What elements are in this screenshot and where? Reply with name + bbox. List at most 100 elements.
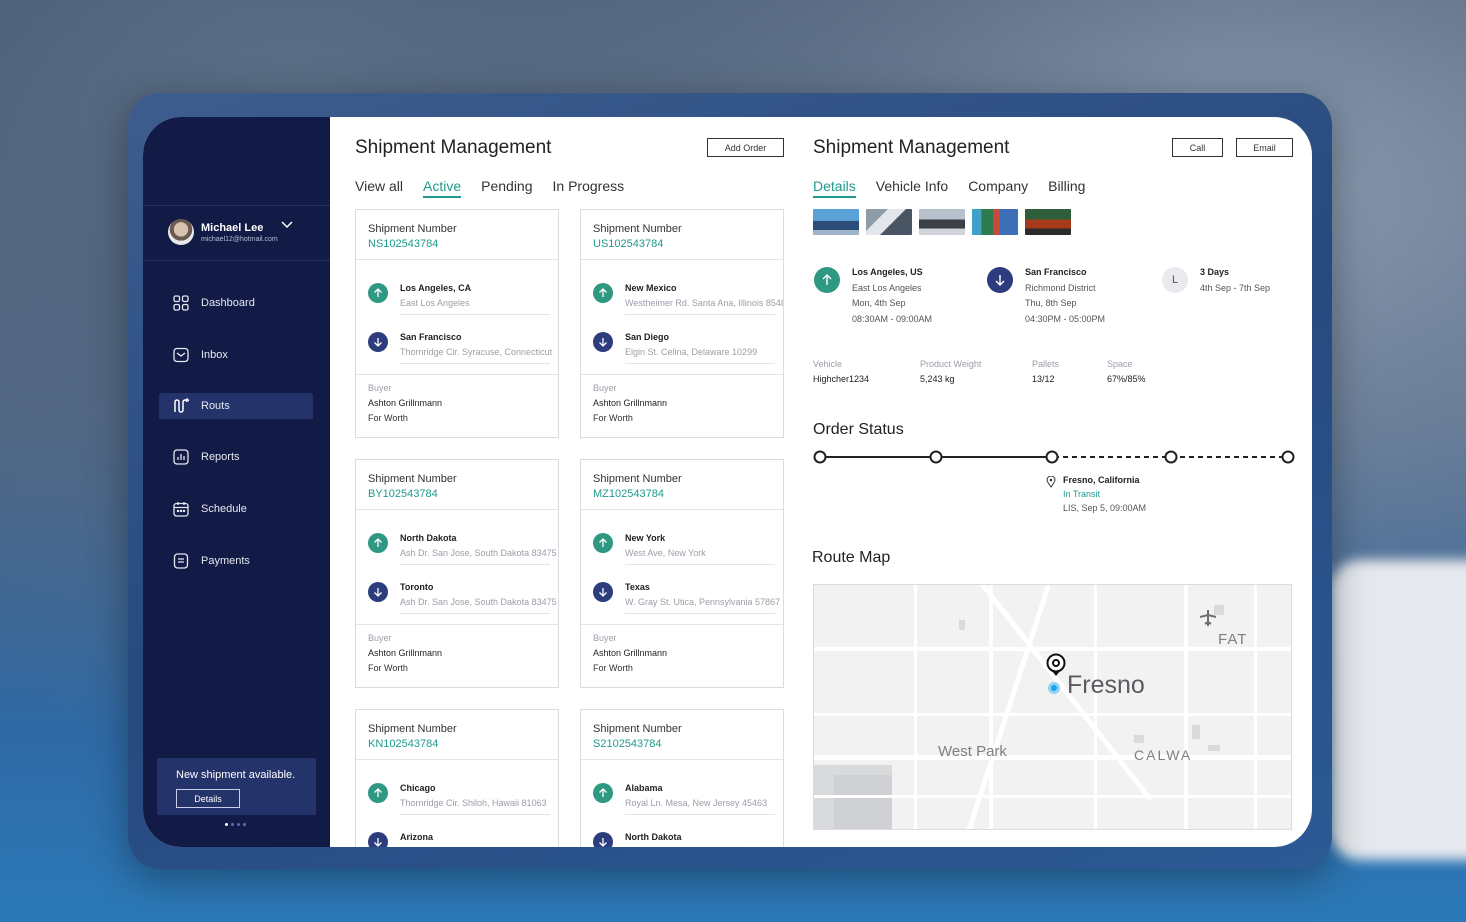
sidebar-item-label: Routs [201,400,230,412]
divider [400,314,550,315]
origin-area: East Los Angeles [852,283,922,293]
map-area [1134,735,1144,743]
details-button[interactable]: Details [176,789,240,808]
tab-pending[interactable]: Pending [481,178,532,194]
dropoff-city: Texas [625,582,650,592]
map-road [1184,585,1188,829]
buyer-label: Buyer [368,633,392,643]
tab-company[interactable]: Company [968,178,1028,194]
duration-range: 4th Sep - 7th Sep [1200,283,1271,293]
shipment-number: NS102543784 [368,238,439,250]
district-label: West Park [938,743,1007,760]
truck-photo-thumbnail[interactable] [972,209,1018,235]
spec-value: Highcher1234 [813,374,870,384]
route-icon [173,398,189,414]
shipment-number: S2102543784 [593,738,662,750]
map-area [1192,725,1200,739]
payments-icon [173,553,189,569]
spec-label: Space [1107,359,1133,369]
sidebar-item-inbox[interactable]: Inbox [159,342,313,368]
shipment-card[interactable]: Shipment Number KN102543784 Chicago Thor… [355,709,559,847]
add-order-button[interactable]: Add Order [707,138,784,157]
pickup-city: Los Angeles, CA [400,283,472,293]
tab-view-all[interactable]: View all [355,178,403,194]
carousel-dot[interactable] [231,823,234,826]
status-badge: In Transit [1063,489,1101,499]
origin-date: Mon, 4th Sep [852,298,906,308]
carousel-dot[interactable] [237,823,240,826]
chevron-down-icon[interactable] [281,221,293,232]
divider [400,363,550,364]
avatar [168,219,194,245]
truck-photo-thumbnail[interactable] [1025,209,1071,235]
spec-value: 67%/85% [1107,374,1146,384]
sidebar-item-reports[interactable]: Reports [159,444,313,470]
carousel-dot[interactable] [243,823,246,826]
airport-icon [1199,609,1217,632]
destination-date: Thu, 8th Sep [1025,298,1077,308]
truck-photo-thumbnail[interactable] [866,209,912,235]
map-road [1094,585,1097,829]
airport-label: FAT [1218,631,1248,648]
shipment-number: KN102543784 [368,738,439,750]
email-button[interactable]: Email [1236,138,1293,157]
arrow-up-icon [593,283,613,303]
dropoff-address: Ash Dr. San Jose, South Dakota 83475 [400,597,557,607]
tab-in-progress[interactable]: In Progress [553,178,625,194]
sidebar-item-routs[interactable]: Routs [159,393,313,419]
origin-time: 08:30AM - 09:00AM [852,314,933,324]
pickup-city: Chicago [400,783,436,793]
sidebar-item-dashboard[interactable]: Dashboard [159,290,313,316]
divider [625,363,775,364]
divider [581,509,783,510]
buyer-label: Buyer [593,383,617,393]
route-map[interactable]: FAT Fresno West Park CALWA [813,584,1292,830]
district-label: CALWA [1134,747,1193,763]
shipment-card[interactable]: Shipment Number BY102543784 North Dakota… [355,459,559,688]
background-truck [1330,560,1466,860]
pickup-city: New York [625,533,666,543]
truck-photo-thumbnail[interactable] [813,209,859,235]
divider [625,314,775,315]
arrow-up-icon [593,783,613,803]
shipment-card[interactable]: Shipment Number US102543784 New Mexico W… [580,209,784,438]
truck-photo-thumbnail[interactable] [919,209,965,235]
map-area [959,620,965,630]
sidebar-item-label: Payments [201,555,250,567]
tab-vehicle-info[interactable]: Vehicle Info [876,178,948,194]
map-road [989,585,993,829]
spec-value: 13/12 [1032,374,1055,384]
call-button[interactable]: Call [1172,138,1223,157]
sidebar-item-schedule[interactable]: Schedule [159,496,313,522]
user-profile[interactable]: Michael Lee michael12@hotmail.com [143,205,330,261]
shipment-card[interactable]: Shipment Number NS102543784 Los Angeles,… [355,209,559,438]
dropoff-city: San Diego [625,332,670,342]
location-pin-icon [1045,653,1067,682]
promo-text: New shipment available. [176,769,296,781]
carousel-dots[interactable] [225,823,246,826]
status-location: Fresno, California [1063,475,1140,485]
sidebar-item-payments[interactable]: Payments [159,548,313,574]
dropoff-city: San Francisco [400,332,462,342]
divider [581,759,783,760]
status-step [813,450,827,464]
reports-icon [173,449,189,465]
carousel-dot[interactable] [225,823,228,826]
origin-city: Los Angeles, US [852,267,923,277]
arrow-down-icon [368,582,388,602]
tab-active[interactable]: Active [423,178,462,198]
spec-label: Product Weight [920,359,982,369]
dropoff-city: North Dakota [625,832,682,842]
pickup-city: Alabama [625,783,663,793]
destination-time: 04:30PM - 05:00PM [1025,314,1106,324]
tab-billing[interactable]: Billing [1048,178,1085,194]
buyer-name: Ashton Grillnmann [593,398,668,408]
shipment-card[interactable]: Shipment Number S2102543784 Alabama Roya… [580,709,784,847]
pickup-address: Royal Ln. Mesa, New Jersey 45463 [625,798,768,808]
shipment-card[interactable]: Shipment Number MZ102543784 New York Wes… [580,459,784,688]
divider [356,259,558,260]
tab-details[interactable]: Details [813,178,856,198]
pickup-address: Westheimer Rd. Santa Ana, Illinois 85486 [625,298,784,308]
shipment-detail-panel: Shipment Management Call Email Details V… [790,117,1312,847]
status-step [1045,450,1059,464]
